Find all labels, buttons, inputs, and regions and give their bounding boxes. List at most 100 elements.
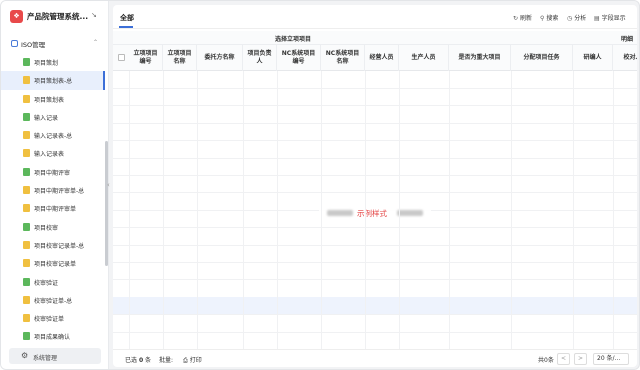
field-display-button[interactable]: ▤ 字段显示 — [594, 13, 626, 22]
sidebar-item[interactable]: 校审验证单-总 — [1, 291, 104, 309]
watermark-blur — [327, 210, 353, 216]
search-label: 搜索 — [546, 15, 559, 22]
table-row[interactable] — [113, 245, 637, 263]
column-header[interactable]: 分配项目任务 — [511, 45, 573, 71]
leaf-icon — [23, 332, 30, 341]
sidebar-item[interactable]: 项目校审记录单-总 — [1, 236, 104, 254]
sidebar-menu: 项目策划 项目策划表-总 项目策划表 输入记录 输入记录表-总 输入记录表 项目中期评审 项目… — [1, 53, 109, 346]
prev-page-button[interactable]: < — [557, 353, 570, 365]
table-row[interactable] — [113, 332, 637, 349]
selected-number: 0 — [138, 357, 144, 364]
table-row[interactable] — [113, 297, 637, 316]
document-icon — [23, 131, 30, 140]
sidebar-item[interactable]: 项目中期评审单 — [1, 199, 104, 217]
leaf-icon — [23, 58, 30, 66]
search-button[interactable]: ⚲ 搜索 — [540, 13, 558, 22]
column-header[interactable]: 立项项目名称 — [163, 45, 197, 71]
total-count: 共0条 — [538, 357, 554, 364]
batch-label: 批量: — [159, 357, 174, 364]
sidebar-item-label: 项目中期评审单-总 — [34, 188, 85, 196]
column-divider — [399, 71, 400, 349]
document-icon — [23, 186, 30, 195]
column-header[interactable]: 研编人 — [573, 45, 613, 71]
table-row[interactable] — [113, 280, 637, 298]
column-header[interactable]: 项目负责人 — [243, 45, 277, 71]
clock-icon: ◷ — [567, 15, 573, 22]
table-row[interactable] — [113, 175, 637, 194]
data-table: 选择立项项目 明细 立项项目编号 立项项目名称 委托方名称 项目负责人 NC系统项目编号… — [113, 31, 637, 349]
column-header[interactable]: 经营人员 — [365, 45, 399, 71]
select-all-checkbox[interactable] — [118, 54, 125, 61]
table-row[interactable] — [113, 71, 637, 89]
print-icon: ⎙ — [183, 357, 188, 364]
column-header[interactable]: 校对人 — [613, 45, 637, 71]
app-logo-icon: ❖ — [10, 10, 23, 23]
table-row[interactable] — [113, 262, 637, 281]
column-header[interactable]: NC系统项目名称 — [321, 45, 365, 71]
column-divider — [365, 71, 366, 349]
analyze-label: 分析 — [574, 15, 587, 22]
print-button[interactable]: ⎙ 打印 — [183, 355, 202, 365]
table-group-header: 选择立项项目 明细 — [113, 31, 637, 45]
sidebar-item[interactable]: 项目成果确认 — [1, 327, 104, 345]
watermark-text: 示例样式 — [357, 209, 387, 218]
next-page-button[interactable]: > — [574, 353, 587, 365]
sidebar-item[interactable]: 项目策划表-总 — [1, 71, 105, 90]
document-icon — [23, 149, 30, 158]
watermark: 示例样式 — [319, 203, 431, 223]
table-row[interactable] — [113, 158, 637, 176]
column-divider — [449, 71, 450, 349]
sidebar-item-label: 项目中期评审单 — [34, 206, 77, 214]
sidebar-item[interactable]: 项目中期评审单-总 — [1, 181, 104, 199]
sidebar-item[interactable]: 项目校审 — [1, 218, 104, 236]
table-row[interactable] — [113, 123, 637, 142]
sidebar-item-label: 校审验证单-总 — [34, 297, 73, 305]
sidebar-item-label: 项目成果确认 — [34, 334, 71, 342]
tab-active-indicator — [119, 26, 133, 28]
sidebar-item[interactable]: 项目校审记录单 — [1, 254, 104, 272]
document-icon — [23, 76, 30, 85]
sidebar-item-label: 校审验证 — [34, 279, 59, 287]
sidebar-item[interactable]: 校审验证 — [1, 273, 104, 291]
sidebar-item[interactable]: 输入记录表-总 — [1, 126, 104, 144]
app-title: 产品院管理系统... — [27, 12, 89, 21]
leaf-icon — [23, 112, 30, 121]
document-icon — [23, 94, 30, 103]
column-header[interactable]: 是否为重大项目 — [449, 45, 511, 71]
group-header-select-project: 选择立项项目 — [275, 36, 312, 43]
sidebar-item[interactable]: 项目中期评审 — [1, 163, 104, 181]
table-row[interactable] — [113, 106, 637, 124]
sidebar-item[interactable]: 项目策划表 — [1, 90, 104, 108]
column-header[interactable]: 生产人员 — [399, 45, 449, 71]
table-row[interactable] — [113, 315, 637, 333]
table-row[interactable] — [113, 88, 637, 107]
refresh-button[interactable]: ↻ 刷新 — [513, 13, 532, 22]
watermark-blur — [397, 210, 423, 216]
column-header[interactable]: NC系统项目编号 — [277, 45, 321, 71]
sidebar-item-label: 输入记录表 — [34, 151, 65, 159]
column-header[interactable]: 委托方名称 — [197, 45, 243, 71]
collapse-sidebar-icon[interactable]: ↘ — [91, 11, 97, 19]
page-size-select[interactable]: 20 条/... — [593, 353, 629, 365]
sidebar-item-label: 项目策划表-总 — [34, 78, 73, 86]
toolbar: 全部 ↻ 刷新 ⚲ 搜索 ◷ 分析 ▤ 字段显示 — [113, 5, 637, 29]
column-header[interactable]: 立项项目编号 — [129, 45, 163, 71]
sidebar-section-iso[interactable]: ISO管理 ⌃ — [1, 37, 109, 51]
sidebar-item[interactable]: 项目策划 — [1, 53, 104, 71]
system-management-button[interactable]: ⚙ 系统管理 — [9, 348, 101, 364]
tab-all[interactable]: 全部 — [120, 13, 134, 23]
sidebar-item-label: 项目校审记录单-总 — [34, 242, 85, 250]
sidebar-item[interactable]: 输入记录 — [1, 108, 104, 126]
table-row[interactable] — [113, 141, 637, 159]
leaf-icon — [23, 277, 30, 286]
table-row[interactable] — [113, 228, 637, 246]
document-icon — [23, 240, 30, 249]
document-icon — [23, 259, 30, 268]
sidebar-item[interactable]: 输入记录表 — [1, 144, 104, 162]
analyze-button[interactable]: ◷ 分析 — [567, 13, 586, 22]
gear-icon: ⚙ — [21, 351, 29, 360]
sidebar-scrollbar[interactable] — [105, 141, 108, 266]
chevron-up-icon: ⌃ — [93, 39, 99, 46]
selected-count: 已选 0 条 — [125, 355, 151, 364]
sidebar-item[interactable]: 校审验证单 — [1, 309, 104, 327]
